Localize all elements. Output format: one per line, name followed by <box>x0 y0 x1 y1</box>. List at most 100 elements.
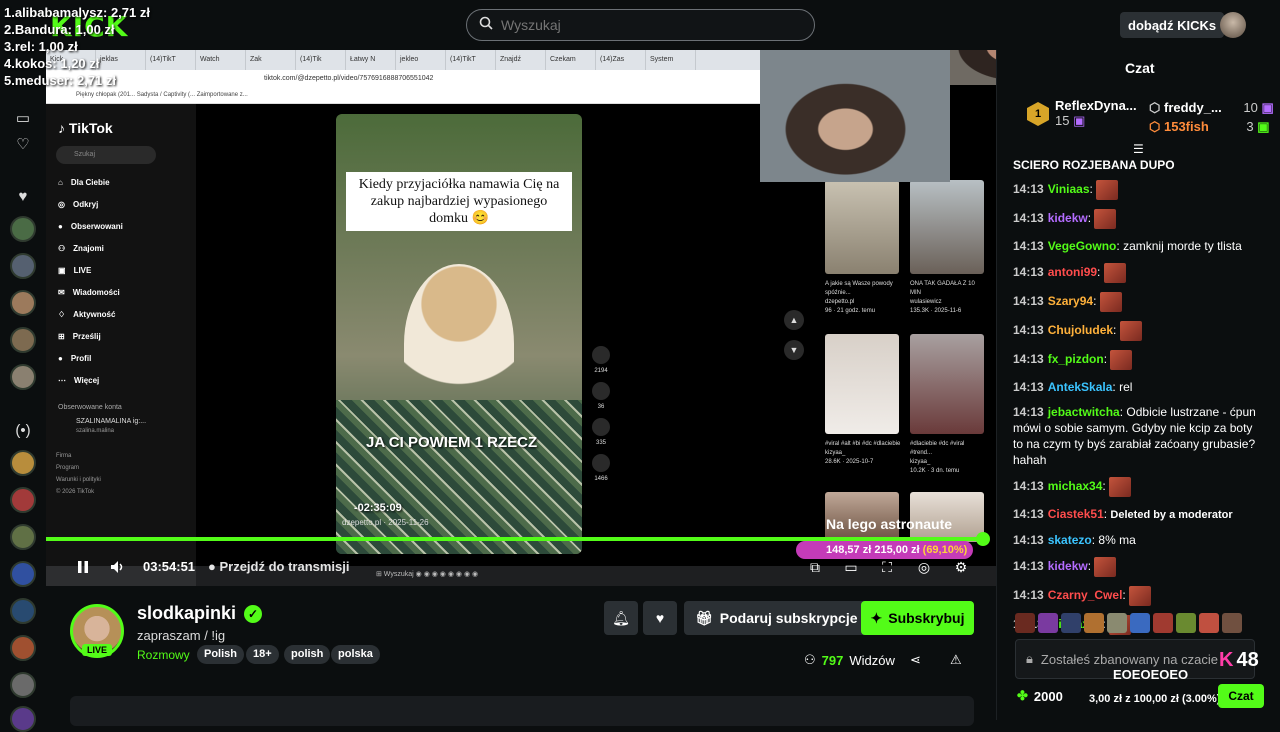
emote-icon[interactable] <box>1222 613 1242 633</box>
search-box[interactable] <box>466 9 815 41</box>
followed-channel-avatar[interactable] <box>10 327 36 353</box>
video-player[interactable]: Kick jeklas (14)TikT Watch Zak (14)Tik Łatwy N… <box>46 50 996 586</box>
tag[interactable]: Polish <box>197 645 245 664</box>
fullscreen-icon[interactable]: ⛶ <box>878 558 896 576</box>
followed-channel-avatar[interactable] <box>10 216 36 242</box>
emote-icon[interactable] <box>1038 613 1058 633</box>
chat-message[interactable]: 14:13 Viniaas: <box>1013 180 1265 200</box>
search-input[interactable] <box>501 17 781 33</box>
tag[interactable]: polish <box>284 645 331 664</box>
recommended-channel-avatar[interactable] <box>10 524 36 550</box>
chat-emote-icon[interactable] <box>1109 477 1132 497</box>
emote-icon[interactable] <box>1130 613 1150 633</box>
chat-message[interactable]: 14:13 skatezo: 8% ma <box>1013 532 1265 548</box>
message-username[interactable]: Szary94 <box>1048 294 1093 308</box>
chat-message[interactable]: 14:13 fx_pizdon: <box>1013 350 1265 370</box>
leaderboard-first[interactable]: ReflexDyna... 15 ▣ <box>1055 98 1137 129</box>
chat-emote-icon[interactable] <box>1094 557 1117 577</box>
heart-icon[interactable]: ♥ <box>13 186 33 206</box>
chat-emote-icon[interactable] <box>1094 209 1117 229</box>
get-kicks-button[interactable]: dobądź KICKs <box>1120 12 1225 38</box>
pinned-icon[interactable]: ☰ <box>1133 142 1144 156</box>
emote-icon[interactable] <box>1015 613 1035 633</box>
chat-message[interactable]: 14:13michax34: <box>1013 477 1265 497</box>
chat-message[interactable]: 14:13 AntekSkala: rel <box>1013 379 1265 395</box>
chat-message[interactable]: 14:13 antoni99: <box>1013 263 1265 283</box>
message-username[interactable]: kidekw <box>1048 211 1088 225</box>
theater-mode-icon[interactable]: ▭ <box>842 558 860 576</box>
message-time: 14:13 <box>1013 533 1044 547</box>
chat-emote-icon[interactable] <box>1096 180 1119 200</box>
chat-message[interactable]: 14:13 jebactwitcha: Odbicie lustrzane - ć… <box>1013 404 1265 468</box>
live-signal-icon[interactable]: (•) <box>13 420 33 440</box>
settings-gear-icon[interactable]: ⚙ <box>952 558 970 576</box>
recommended-channel-avatar[interactable] <box>10 706 36 732</box>
message-username[interactable]: skatezo <box>1048 533 1092 547</box>
message-username[interactable]: Viniaas <box>1048 182 1090 196</box>
recommended-channel-avatar[interactable] <box>10 598 36 624</box>
chat-message[interactable]: 14:13 Szary94: <box>1013 292 1265 312</box>
clip-icon[interactable]: ⧉ <box>806 558 824 576</box>
subscribe-button[interactable]: ✦ Subskrybuj <box>861 601 974 635</box>
chat-message[interactable]: 14:13 kidekw: <box>1013 209 1265 229</box>
message-username[interactable]: fx_pizdon <box>1048 352 1104 366</box>
message-username[interactable]: AntekSkala <box>1048 380 1113 394</box>
emote-icon[interactable] <box>1107 613 1127 633</box>
gift-subs-button[interactable]: 🎁︎ Podaruj subskrypcje <box>684 601 869 635</box>
follow-heart-button[interactable]: ♥ <box>643 601 677 635</box>
recommended-channel-avatar[interactable] <box>10 487 36 513</box>
recommended-channel-avatar[interactable] <box>10 672 36 698</box>
followed-channel-avatar[interactable] <box>10 290 36 316</box>
report-warning-icon[interactable]: ⚠ <box>950 652 962 668</box>
notification-bell-button[interactable]: 🔔︎ <box>604 601 638 635</box>
emote-icon[interactable] <box>1176 613 1196 633</box>
message-username[interactable]: antoni99 <box>1048 265 1097 279</box>
message-username[interactable]: michax34 <box>1048 479 1103 493</box>
emote-icon[interactable] <box>1153 613 1173 633</box>
message-username[interactable]: Chujoludek <box>1048 323 1113 337</box>
volume-icon[interactable] <box>108 558 128 576</box>
emote-icon[interactable] <box>1084 613 1104 633</box>
leaderboard-others[interactable]: ⬡ freddy_... 10 ▣ ⬡ 153fish 3 ▣ <box>1149 98 1274 136</box>
chat-emote-icon[interactable] <box>1129 586 1152 606</box>
tag[interactable]: 18+ <box>246 645 279 664</box>
chat-emote-icon[interactable] <box>1119 321 1142 341</box>
followed-channel-avatar[interactable] <box>10 253 36 279</box>
chat-message[interactable]: 14:13 Czarny_Cwel: <box>1013 586 1265 606</box>
quality-icon[interactable]: ◎ <box>915 558 933 576</box>
recommended-channel-avatar[interactable] <box>10 561 36 587</box>
chat-emote-icon[interactable] <box>1099 292 1122 312</box>
go-to-live-button[interactable]: ● Przejdź do transmisji <box>208 559 350 574</box>
stream-category[interactable]: Rozmowy <box>137 648 190 662</box>
seek-handle[interactable] <box>975 532 990 546</box>
pause-icon[interactable] <box>73 558 93 576</box>
message-username[interactable]: kidekw <box>1048 559 1088 573</box>
message-username[interactable]: VegeGowno <box>1048 239 1117 253</box>
chat-message[interactable]: 14:13 VegeGowno: zamknij morde ty tlista <box>1013 238 1265 254</box>
browse-icon[interactable]: ▭ <box>13 108 33 128</box>
chat-emote-icon[interactable] <box>1103 263 1126 283</box>
channel-points[interactable]: ✤ 2000 <box>1017 688 1063 704</box>
chat-message[interactable]: 14:13 Ciastek51: Deleted by a moderator <box>1013 506 1265 523</box>
message-username[interactable]: Ciastek51 <box>1048 507 1104 521</box>
chat-emote-icon[interactable] <box>1110 350 1133 370</box>
message-username[interactable]: jebactwitcha <box>1048 405 1120 419</box>
share-icon[interactable]: ⋖ <box>910 652 921 668</box>
sparkle-icon: ✦ <box>870 609 883 626</box>
emote-icon[interactable] <box>1061 613 1081 633</box>
chat-message[interactable]: 14:13 kidekw: <box>1013 557 1265 577</box>
recommended-channel-avatar[interactable] <box>10 450 36 476</box>
send-chat-button[interactable]: Czat <box>1218 684 1264 708</box>
channel-name[interactable]: slodkapinki ✓ <box>137 603 263 624</box>
message-username[interactable]: Czarny_Cwel <box>1048 588 1123 602</box>
user-avatar[interactable] <box>1220 12 1246 38</box>
bookmark-icon <box>592 418 610 436</box>
emote-icon[interactable] <box>1199 613 1219 633</box>
tag[interactable]: polska <box>331 645 380 664</box>
followed-channel-avatar[interactable] <box>10 364 36 390</box>
following-heart-icon[interactable]: ♡ <box>13 134 33 154</box>
chat-message[interactable]: 14:13 Chujoludek: <box>1013 321 1265 341</box>
recommended-channel-avatar[interactable] <box>10 635 36 661</box>
chat-goal-text: 3,00 zł z 100,00 zł (3.00%) <box>1089 693 1221 705</box>
seek-bar[interactable] <box>46 537 983 541</box>
